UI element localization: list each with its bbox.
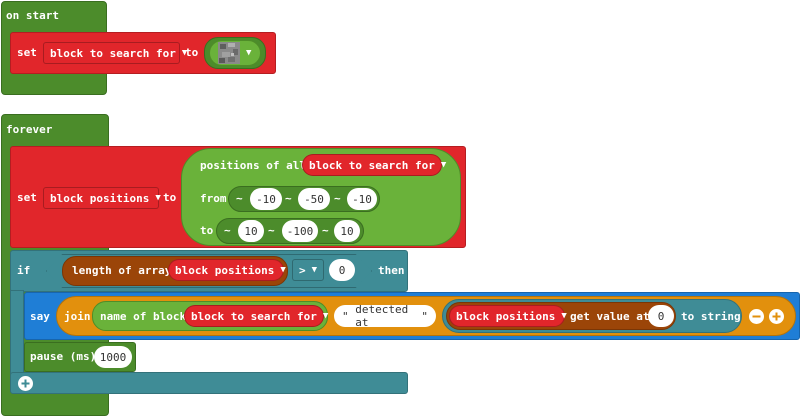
chevron-down-icon: ▼ (246, 48, 252, 58)
to-z-value[interactable]: 10 (334, 220, 360, 242)
pause-value[interactable]: 1000 (94, 346, 132, 368)
variable-dropdown-block-to-search-for[interactable]: block to search for ▼ (302, 154, 446, 176)
string-value[interactable]: " detected at " (334, 303, 436, 329)
minus-icon (750, 310, 763, 323)
to-label: to (185, 46, 199, 59)
name-of-block-label: name of block (100, 310, 187, 323)
from-label: from (200, 192, 227, 205)
quote-close: " (414, 309, 428, 323)
from-x-value[interactable]: -10 (250, 188, 282, 210)
index-value[interactable]: 0 (648, 305, 674, 327)
plus-icon (770, 310, 783, 323)
tilde-label: ~ (224, 224, 231, 237)
tilde-label: ~ (322, 224, 329, 237)
from-y-value[interactable]: -50 (298, 188, 330, 210)
tilde-label: ~ (268, 224, 275, 237)
if-block-footer[interactable] (10, 372, 408, 394)
variable-dropdown-block-to-search-for[interactable]: block to search for ▼ (43, 42, 187, 64)
quote-open: " (342, 309, 356, 323)
operator-dropdown[interactable]: > ▼ (292, 259, 324, 281)
join-label: join (64, 310, 91, 323)
variable-dropdown-block-to-search-for[interactable]: block to search for ▼ (184, 305, 328, 327)
to-x-value[interactable]: 10 (238, 220, 264, 242)
to-string-label: to string (681, 310, 741, 323)
tilde-label: ~ (285, 192, 292, 205)
length-of-array-label: length of array (72, 264, 172, 277)
compare-value[interactable]: 0 (329, 259, 355, 281)
tilde-label: ~ (334, 192, 341, 205)
to-label: to (200, 224, 214, 237)
remove-item-button[interactable] (749, 309, 764, 324)
if-label: if (17, 264, 31, 277)
to-label: to (163, 191, 177, 204)
variable-dropdown-block-positions[interactable]: block positions ▼ (449, 305, 567, 327)
chevron-down-icon: ▼ (322, 311, 329, 321)
if-block-spine[interactable] (10, 290, 24, 374)
chevron-down-icon: ▼ (561, 311, 567, 321)
variable-dropdown-block-positions[interactable]: block positions ▼ (168, 259, 286, 281)
get-value-at-label: get value at (570, 310, 650, 323)
positions-of-all-label: positions of all (200, 159, 306, 172)
if-add-branch-button[interactable] (18, 376, 33, 391)
chevron-down-icon: ▼ (155, 193, 161, 203)
pause-label: pause (ms) (30, 350, 97, 363)
chevron-down-icon: ▼ (280, 265, 286, 275)
cobblestone-block-icon (218, 42, 240, 64)
plus-icon (19, 377, 32, 390)
to-y-value[interactable]: -100 (282, 220, 318, 242)
from-z-value[interactable]: -10 (347, 188, 377, 210)
chevron-down-icon: ▼ (440, 160, 447, 170)
on-start-label: on start (6, 9, 59, 22)
then-label: then (378, 264, 405, 277)
set-label: set (17, 191, 37, 204)
say-label: say (30, 310, 50, 323)
add-item-button[interactable] (769, 309, 784, 324)
forever-label: forever (6, 123, 53, 136)
tilde-label: ~ (236, 192, 243, 205)
chevron-down-icon: ▼ (311, 265, 318, 275)
variable-dropdown-block-positions[interactable]: block positions ▼ (43, 187, 161, 209)
set-label: set (17, 46, 37, 59)
